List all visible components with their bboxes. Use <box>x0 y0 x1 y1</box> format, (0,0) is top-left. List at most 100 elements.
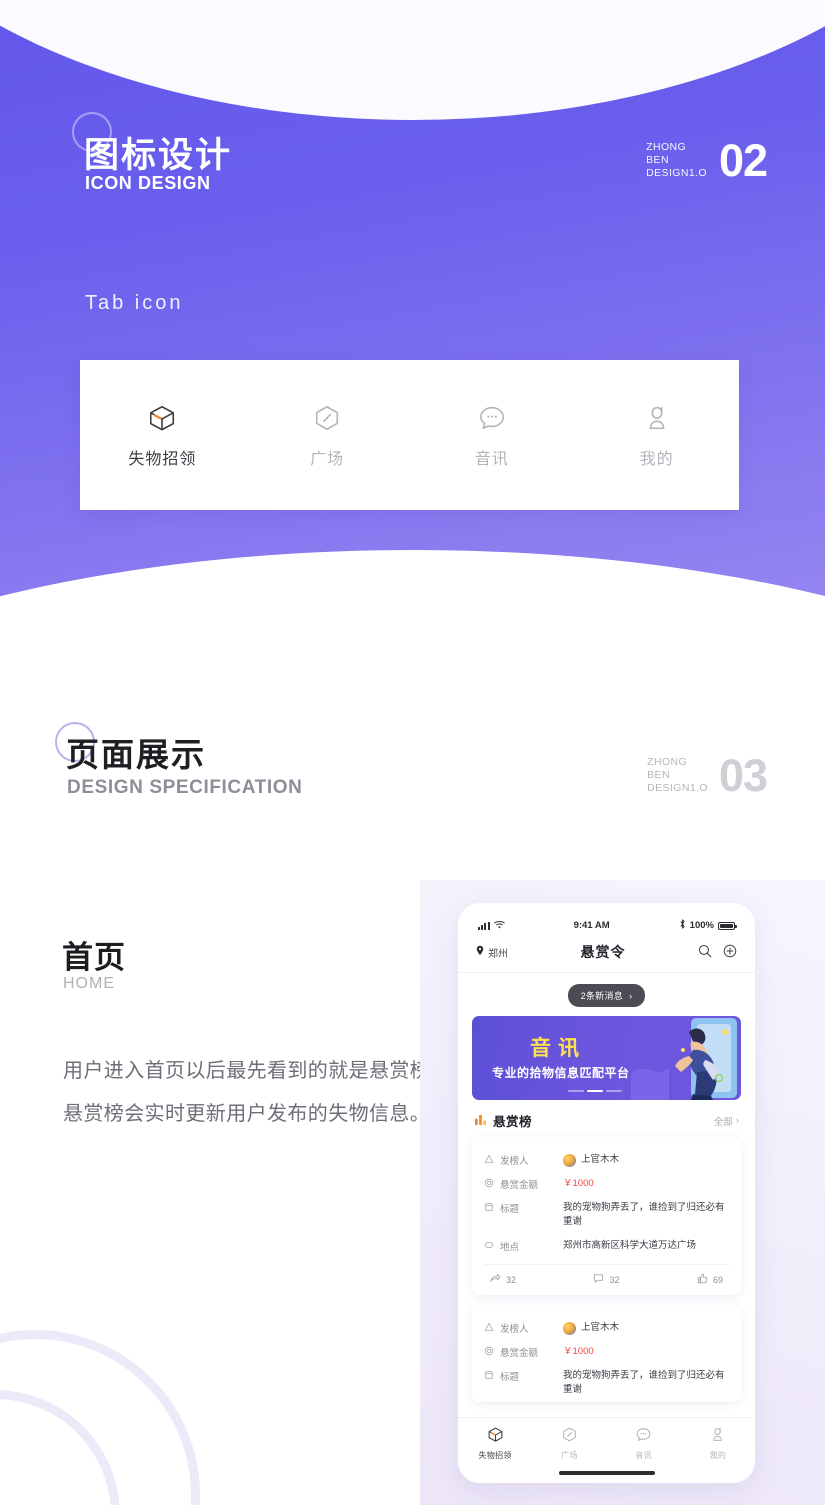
signal-bars-icon <box>478 921 490 930</box>
section-number: 03 <box>718 750 768 801</box>
title-key-label: 标题 <box>500 1372 520 1383</box>
box-icon <box>487 1426 504 1446</box>
brand-line-3: DESIGN1.O <box>646 167 707 179</box>
document-icon <box>484 1202 494 1215</box>
bounty-board-more[interactable]: 全部 › <box>714 1114 739 1128</box>
banner-pagination-dots <box>568 1090 622 1092</box>
avatar <box>563 1321 576 1335</box>
phone-page-title: 悬赏令 <box>580 944 626 960</box>
bounty-board-title: 悬赏榜 <box>493 1115 533 1129</box>
publisher-key: 发榜人 <box>484 1321 556 1335</box>
brand-block-03: ZHONG BEN DESIGN1.O 03 <box>647 750 768 801</box>
brand-line-1: ZHONG <box>646 141 687 153</box>
publisher-name: 上官木木 <box>581 1154 620 1165</box>
nav-actions <box>698 944 737 961</box>
battery-icon <box>717 921 737 930</box>
tab-icon-group-label: Tab icon <box>85 292 184 314</box>
showcase-tab-label: 失物招领 <box>128 450 197 468</box>
person-icon <box>709 1426 726 1446</box>
phone-mockup: 9:41 AM 100% 郑州 悬赏令 2条新消息 › 音讯 专业的拾物信息匹配… <box>458 903 755 1483</box>
banner-title: 音讯 <box>530 1037 586 1060</box>
bounty-card[interactable]: 发榜人 上官木木 悬赏金额 ￥1000 标题 我的宠物狗弄丢了，谁捡到了归还必有… <box>472 1305 741 1402</box>
card-row-publisher: 发榜人 上官木木 <box>484 1148 729 1172</box>
hero-top-curve <box>0 0 825 120</box>
box-icon <box>147 402 177 434</box>
title-value: 我的宠物狗弄丢了，谁捡到了归还必有重谢 <box>563 1370 725 1395</box>
coin-icon <box>484 1178 494 1191</box>
home-heading: 首页 <box>62 940 126 975</box>
hexagon-compass-icon <box>312 402 342 434</box>
home-indicator <box>558 1471 655 1475</box>
brand-lines: ZHONG BEN DESIGN1.O <box>647 756 708 795</box>
phone-tab-label: 我的 <box>709 1451 727 1460</box>
search-icon[interactable] <box>698 944 712 961</box>
bounty-board-header: 悬赏榜 全部 › <box>458 1100 755 1137</box>
phone-tab-news[interactable]: 音讯 <box>607 1426 681 1461</box>
brand-line-3: DESIGN1.O <box>647 782 708 794</box>
amount-value: ￥1000 <box>563 1178 594 1189</box>
home-description: 用户进入首页以后最先看到的就是悬赏榜。悬赏榜会实时更新用户发布的失物信息。 <box>63 1060 451 1125</box>
card-row-publisher: 发榜人 上官木木 <box>484 1316 729 1340</box>
publisher-value: 上官木木 <box>563 1153 729 1167</box>
hero-bottom-curve <box>0 550 825 690</box>
phone-tab-plaza[interactable]: 广场 <box>532 1426 606 1461</box>
title-key-label: 标题 <box>500 1204 520 1215</box>
share-count: 32 <box>506 1274 517 1285</box>
tab-icon-showcase-card: 失物招领 广场 音讯 我的 <box>80 360 739 510</box>
design-spec-page: 图标设计 ICON DESIGN ZHONG BEN DESIGN1.O 02 … <box>0 0 825 1505</box>
new-message-text: 2条新消息 <box>580 991 624 1001</box>
location-selector[interactable]: 郑州 <box>476 945 508 960</box>
like-action[interactable]: 69 <box>697 1273 723 1286</box>
brand-line-1: ZHONG <box>647 756 688 768</box>
amount-key: 悬赏金额 <box>484 1345 556 1359</box>
comment-count: 32 <box>609 1274 620 1285</box>
showcase-tab-news[interactable]: 音讯 <box>410 402 575 469</box>
like-count: 69 <box>712 1274 723 1285</box>
status-time: 9:41 AM <box>573 920 610 931</box>
page-subtitle: ICON DESIGN <box>85 173 211 193</box>
card-row-amount: 悬赏金额 ￥1000 <box>484 1172 729 1196</box>
phone-nav-bar: 郑州 悬赏令 <box>458 934 755 973</box>
thumbs-up-icon <box>697 1273 708 1286</box>
location-label: 郑州 <box>488 948 508 960</box>
chat-bubble-icon <box>477 402 507 434</box>
phone-status-bar: 9:41 AM 100% <box>458 903 755 934</box>
chevron-right-icon: › <box>735 1115 739 1126</box>
showcase-tab-mine[interactable]: 我的 <box>574 402 739 469</box>
brand-line-2: BEN <box>647 769 670 781</box>
section-subtitle: DESIGN SPECIFICATION <box>67 777 303 798</box>
showcase-tab-lost-found[interactable]: 失物招领 <box>80 402 245 469</box>
share-action[interactable]: 32 <box>490 1273 516 1286</box>
place-key-label: 地点 <box>500 1242 520 1253</box>
promo-banner[interactable]: 音讯 专业的拾物信息匹配平台 <box>472 1016 741 1100</box>
status-left <box>478 920 505 932</box>
phone-tab-lost-found[interactable]: 失物招领 <box>458 1426 532 1461</box>
card-row-title: 标题 我的宠物狗弄丢了，谁捡到了归还必有重谢 <box>484 1364 729 1402</box>
phone-tab-label: 音讯 <box>635 1451 652 1460</box>
bounty-card[interactable]: 发榜人 上官木木 悬赏金额 ￥1000 标题 我的宠物狗弄丢了，谁捡到了归还必有… <box>472 1137 741 1295</box>
brand-line-2: BEN <box>646 154 669 166</box>
title-value: 我的宠物狗弄丢了，谁捡到了归还必有重谢 <box>563 1202 725 1227</box>
showcase-tab-plaza[interactable]: 广场 <box>245 402 410 469</box>
place-key: 地点 <box>484 1239 556 1253</box>
phone-tab-label: 广场 <box>561 1451 578 1460</box>
publisher-key: 发榜人 <box>484 1153 556 1167</box>
place-value: 郑州市高新区科学大道万达广场 <box>563 1240 697 1251</box>
section-number: 02 <box>718 135 768 186</box>
card-row-amount: 悬赏金额 ￥1000 <box>484 1340 729 1364</box>
plus-circle-icon[interactable] <box>723 944 737 961</box>
comment-action[interactable]: 32 <box>593 1273 620 1286</box>
banner-subtitle: 专业的拾物信息匹配平台 <box>492 1066 630 1080</box>
coin-icon <box>484 1346 494 1359</box>
phone-tab-mine[interactable]: 我的 <box>681 1426 755 1461</box>
wifi-icon <box>493 920 505 932</box>
showcase-tab-label: 我的 <box>639 450 674 468</box>
home-heading-en: HOME <box>63 975 115 992</box>
title-key: 标题 <box>484 1201 556 1215</box>
publisher-value: 上官木木 <box>563 1321 729 1335</box>
new-message-pill[interactable]: 2条新消息 › <box>567 984 646 1007</box>
battery-percent: 100% <box>689 920 714 931</box>
bar-chart-icon <box>474 1113 487 1129</box>
person-small-icon <box>484 1321 494 1335</box>
amount-key-label: 悬赏金额 <box>500 1348 539 1359</box>
